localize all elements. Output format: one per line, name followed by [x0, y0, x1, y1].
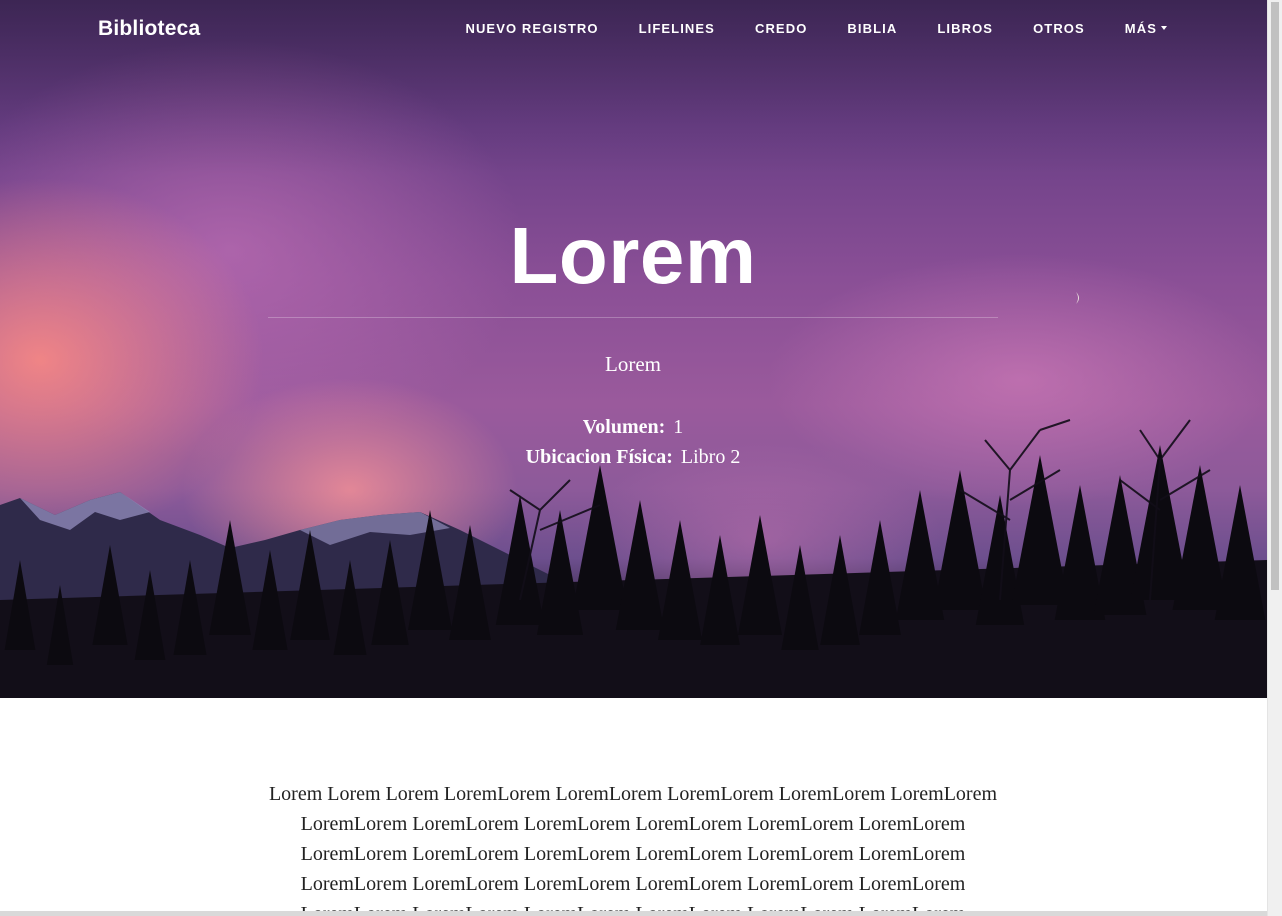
nav-lifelines[interactable]: Lifelines — [639, 21, 715, 36]
scrollbar-thumb[interactable] — [1271, 2, 1279, 590]
horizontal-scrollbar[interactable] — [0, 911, 1267, 916]
hero-content: Lorem Lorem Volumen: 1 Ubicacion Física: L… — [268, 208, 998, 472]
hero-header: Biblioteca Nuevo Registro Lifelines Cred… — [0, 0, 1267, 698]
location-label: Ubicacion Física: — [525, 446, 673, 468]
location-row: Ubicacion Física: Libro 2 — [268, 442, 998, 472]
book-meta: Volumen: 1 Ubicacion Física: Libro 2 — [268, 412, 998, 472]
nav-mas-label: Más — [1124, 21, 1157, 36]
page-title: Lorem — [509, 211, 757, 300]
main-nav: Nuevo Registro Lifelines Credo Biblia Li… — [465, 21, 1167, 36]
volume-label: Volumen: — [582, 416, 666, 438]
nav-biblia[interactable]: Biblia — [847, 21, 897, 36]
tree-silhouette — [738, 515, 782, 635]
nav-libros[interactable]: Libros — [937, 21, 993, 36]
location-value: Libro 2 — [680, 446, 741, 468]
nav-nuevo-registro[interactable]: Nuevo Registro — [465, 21, 598, 36]
tree-silhouette — [572, 465, 628, 610]
brand-logo[interactable]: Biblioteca — [98, 17, 200, 41]
hero-subtitle: Lorem — [605, 352, 661, 376]
content-text: Lorem Lorem Lorem LoremLorem LoremLorem … — [268, 783, 998, 916]
page: Biblioteca Nuevo Registro Lifelines Cred… — [0, 0, 1267, 916]
hero-divider — [268, 317, 998, 318]
book-content: Lorem Lorem Lorem LoremLorem LoremLorem … — [268, 779, 998, 916]
nav-otros[interactable]: Otros — [1033, 21, 1085, 36]
volume-row: Volumen: 1 — [268, 412, 998, 442]
nav-credo[interactable]: Credo — [755, 21, 807, 36]
volume-value: 1 — [673, 416, 684, 438]
caret-down-icon — [1161, 26, 1167, 30]
nav-mas-dropdown[interactable]: Más — [1125, 21, 1167, 36]
tree-silhouette — [1011, 455, 1069, 605]
tree-silhouette — [615, 500, 665, 630]
vertical-scrollbar[interactable] — [1267, 0, 1282, 916]
tree-silhouette — [1214, 485, 1266, 620]
